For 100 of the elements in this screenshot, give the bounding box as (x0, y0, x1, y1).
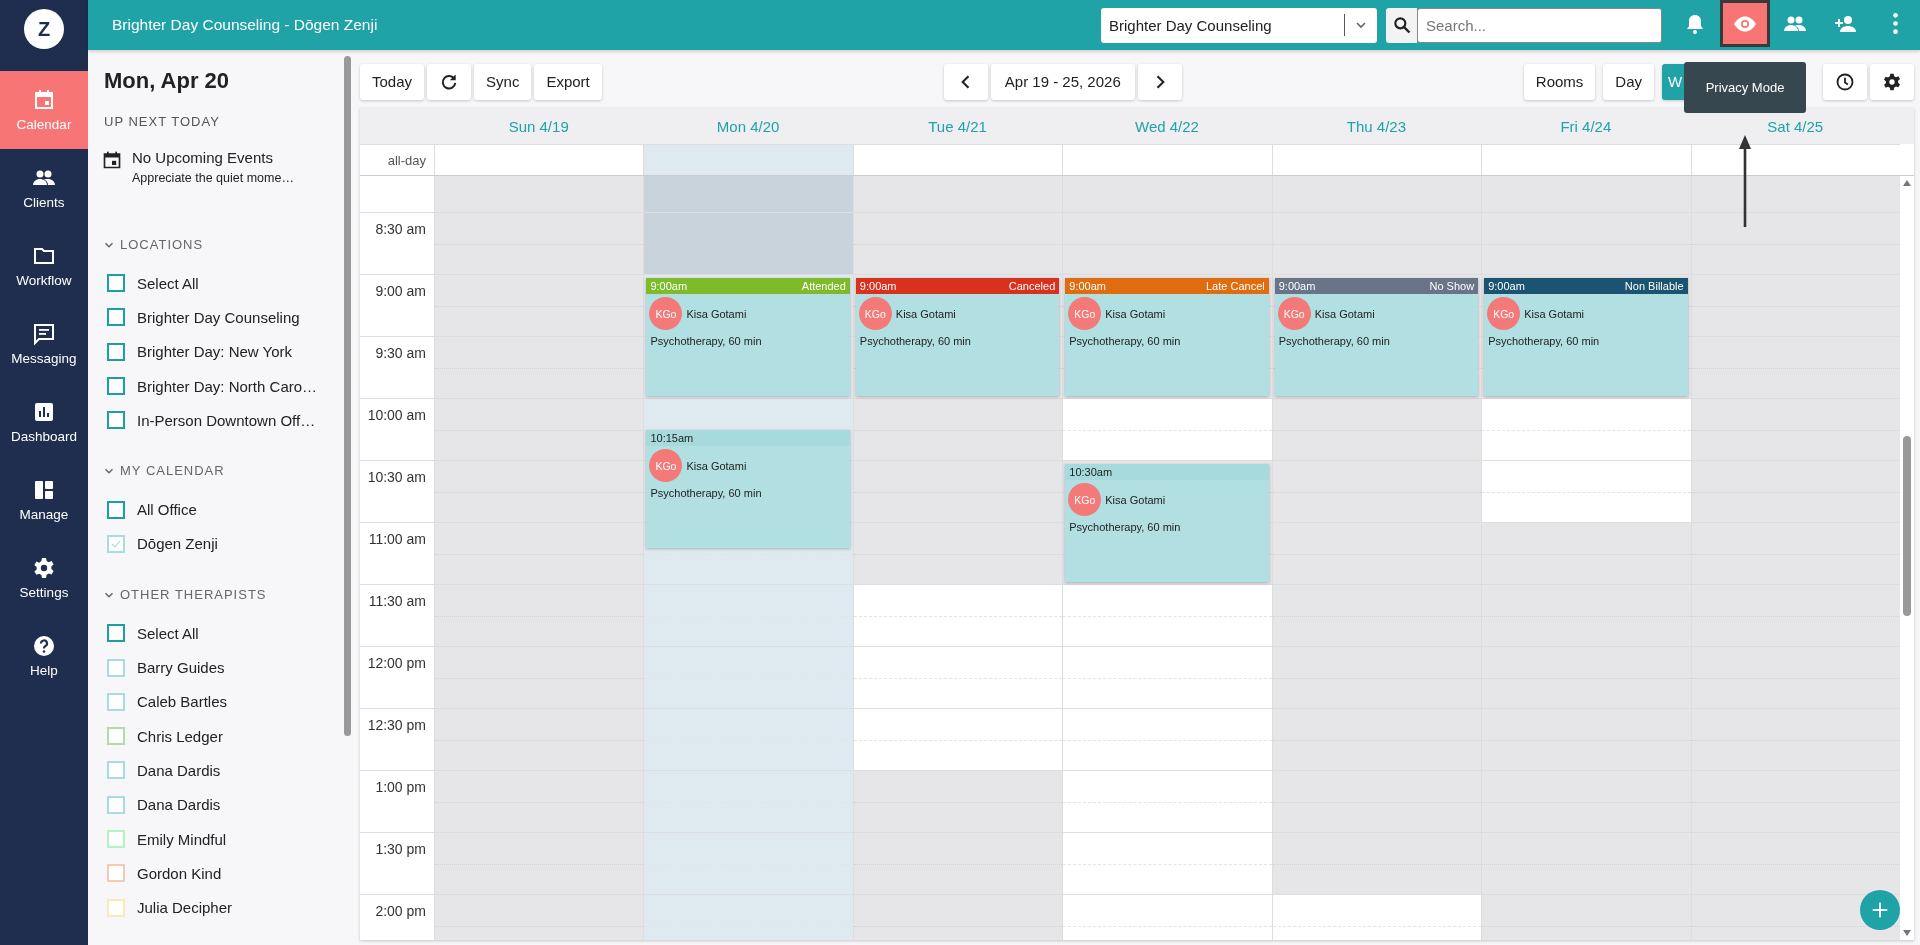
next-week-button[interactable] (1137, 63, 1182, 100)
event-time: 10:15am (650, 432, 694, 444)
day-header: Thu 4/23 (1345, 116, 1408, 137)
checkbox[interactable] (107, 274, 125, 293)
location-dropdown[interactable]: Brighter Day Counseling (1101, 7, 1377, 43)
checkbox[interactable] (107, 308, 125, 327)
upcoming-subtitle: Appreciate the quiet mome… (132, 171, 294, 185)
clock-icon (1835, 71, 1855, 92)
checkbox-item[interactable]: Brighter Day: New York (102, 334, 334, 369)
clock-button[interactable] (1823, 63, 1867, 100)
scroll-up-arrow[interactable] (1903, 180, 1911, 186)
checkbox-item[interactable]: Caleb Bartles (102, 684, 334, 719)
service-label: Psychotherapy, 60 min (649, 486, 763, 499)
appointment-card[interactable]: 9:00am Attended KGo Kisa Gotami Psychotherapy, 60 min (646, 278, 850, 396)
day-header: Tue 4/21 (927, 116, 988, 137)
client-name: Kisa Gotami (895, 307, 956, 320)
nav-item[interactable]: Help (0, 617, 88, 695)
day-header: Sat 4/25 (1766, 116, 1825, 137)
client-avatar: KGo (1487, 297, 1521, 330)
client-name: Kisa Gotami (1105, 307, 1166, 320)
appointment-card[interactable]: 9:00am Canceled KGo Kisa Gotami Psychotherapy, 60 min (855, 278, 1060, 396)
settings-icon (1882, 71, 1902, 92)
nav-item[interactable]: Workflow (0, 227, 88, 305)
appointment-card[interactable]: 10:15am KGo Kisa Gotami Psychotherapy, 60 min (646, 430, 850, 548)
section-toggle[interactable]: LOCATIONS (102, 237, 204, 252)
time-label: 1:30 pm (375, 841, 426, 857)
nav-item[interactable]: Messaging (0, 305, 88, 383)
checkbox-item[interactable]: Emily Mindful (102, 821, 334, 857)
checkbox-item[interactable]: Brighter Day Counseling (102, 300, 334, 335)
checkbox-item[interactable]: All Office (102, 492, 334, 527)
checkbox[interactable] (107, 411, 125, 430)
day-header: Mon 4/20 (715, 116, 781, 137)
section-toggle[interactable]: OTHER THERAPISTS (102, 587, 267, 603)
time-label: 8:30 am (375, 221, 426, 237)
checkbox-item[interactable]: Barry Guides (102, 650, 334, 685)
service-label: Psychotherapy, 60 min (1068, 334, 1182, 347)
checkbox[interactable] (107, 692, 125, 711)
checkbox[interactable] (107, 795, 125, 814)
nav-item[interactable]: Settings (0, 539, 88, 617)
appointment-card[interactable]: 9:00am Late Cancel KGo Kisa Gotami Psychotherapy, 60 min (1065, 278, 1269, 396)
checkbox[interactable] (107, 534, 125, 553)
event-time: 10:30am (1069, 466, 1113, 478)
checkbox-item[interactable]: In-Person Downtown Off… (102, 403, 334, 438)
search-icon (1391, 15, 1412, 35)
time-label: 2:00 pm (375, 903, 426, 919)
settings-button[interactable] (1870, 63, 1914, 100)
all-day-label: all-day (360, 144, 434, 175)
checkbox[interactable] (107, 624, 125, 643)
appointment-card[interactable]: 10:30am KGo Kisa Gotami Psychotherapy, 60 min (1065, 464, 1269, 582)
view-tab[interactable]: Rooms (1523, 63, 1596, 100)
settings-icon (32, 556, 56, 580)
scrollbar-thumb[interactable] (1903, 436, 1911, 616)
checkbox-item[interactable]: Julia Decipher (102, 890, 334, 925)
logo[interactable]: Z (24, 9, 64, 49)
scrollbar-thumb[interactable] (344, 56, 351, 736)
client-avatar: KGo (649, 297, 683, 330)
checkbox[interactable] (107, 500, 125, 519)
time-label: 10:00 am (367, 407, 426, 423)
checkbox-item[interactable]: Chris Ledger (102, 718, 334, 754)
event-time: 9:00am (859, 280, 897, 292)
search-button[interactable] (1386, 7, 1417, 43)
layout-icon (32, 478, 56, 502)
checkbox-item[interactable]: Brighter Day: North Caro… (102, 368, 334, 404)
event-status: Late Cancel (1206, 280, 1265, 292)
checkbox-item[interactable]: Dōgen Zenji (102, 526, 334, 562)
appointment-card[interactable]: 9:00am Non Billable KGo Kisa Gotami Psychotherapy, 60 min (1484, 278, 1688, 396)
nav-item[interactable]: Dashboard (0, 383, 88, 461)
time-label: 12:30 pm (367, 717, 426, 733)
time-label: 10:30 am (367, 469, 426, 485)
time-label: 9:30 am (375, 345, 426, 361)
client-avatar: KGo (1068, 297, 1102, 330)
service-label: Psychotherapy, 60 min (1487, 334, 1601, 347)
checkbox[interactable] (107, 864, 125, 883)
view-tab[interactable]: Day (1603, 63, 1654, 100)
client-avatar: KGo (1068, 483, 1102, 516)
nav-item[interactable]: Manage (0, 461, 88, 539)
appointment-card[interactable]: 9:00am No Show KGo Kisa Gotami Psychotherapy, 60 min (1274, 278, 1479, 396)
checkbox-item[interactable]: Dana Dardis (102, 753, 334, 788)
checkbox[interactable] (107, 342, 125, 361)
checkbox-item[interactable]: Dana Dardis (102, 787, 334, 822)
search-field[interactable]: Search... (1417, 7, 1662, 43)
page-title: Brighter Day Counseling - Dōgen Zenji (112, 16, 378, 33)
event-status: Non Billable (1624, 280, 1684, 292)
section-toggle[interactable]: MY CALENDAR (102, 463, 225, 479)
scroll-down-arrow[interactable] (1903, 930, 1911, 936)
checkbox-item[interactable]: Select All (102, 616, 334, 651)
checkbox-item[interactable]: Gordon Kind (102, 856, 334, 891)
checkbox[interactable] (107, 761, 125, 780)
date-range-button[interactable]: Apr 19 - 25, 2026 (990, 63, 1135, 100)
checkbox[interactable] (107, 727, 125, 746)
event-status: Attended (801, 280, 846, 292)
toolbar-button[interactable]: Sync (474, 63, 532, 100)
previous-week-button[interactable] (943, 63, 988, 100)
checkbox[interactable] (107, 658, 125, 677)
refresh-button[interactable] (427, 63, 472, 100)
checkbox-item[interactable]: Select All (102, 266, 334, 301)
nav-item[interactable]: Clients (0, 149, 88, 227)
toolbar-button[interactable]: Export (534, 63, 602, 100)
checkbox[interactable] (107, 377, 125, 396)
toolbar-button[interactable]: Today (360, 63, 425, 100)
